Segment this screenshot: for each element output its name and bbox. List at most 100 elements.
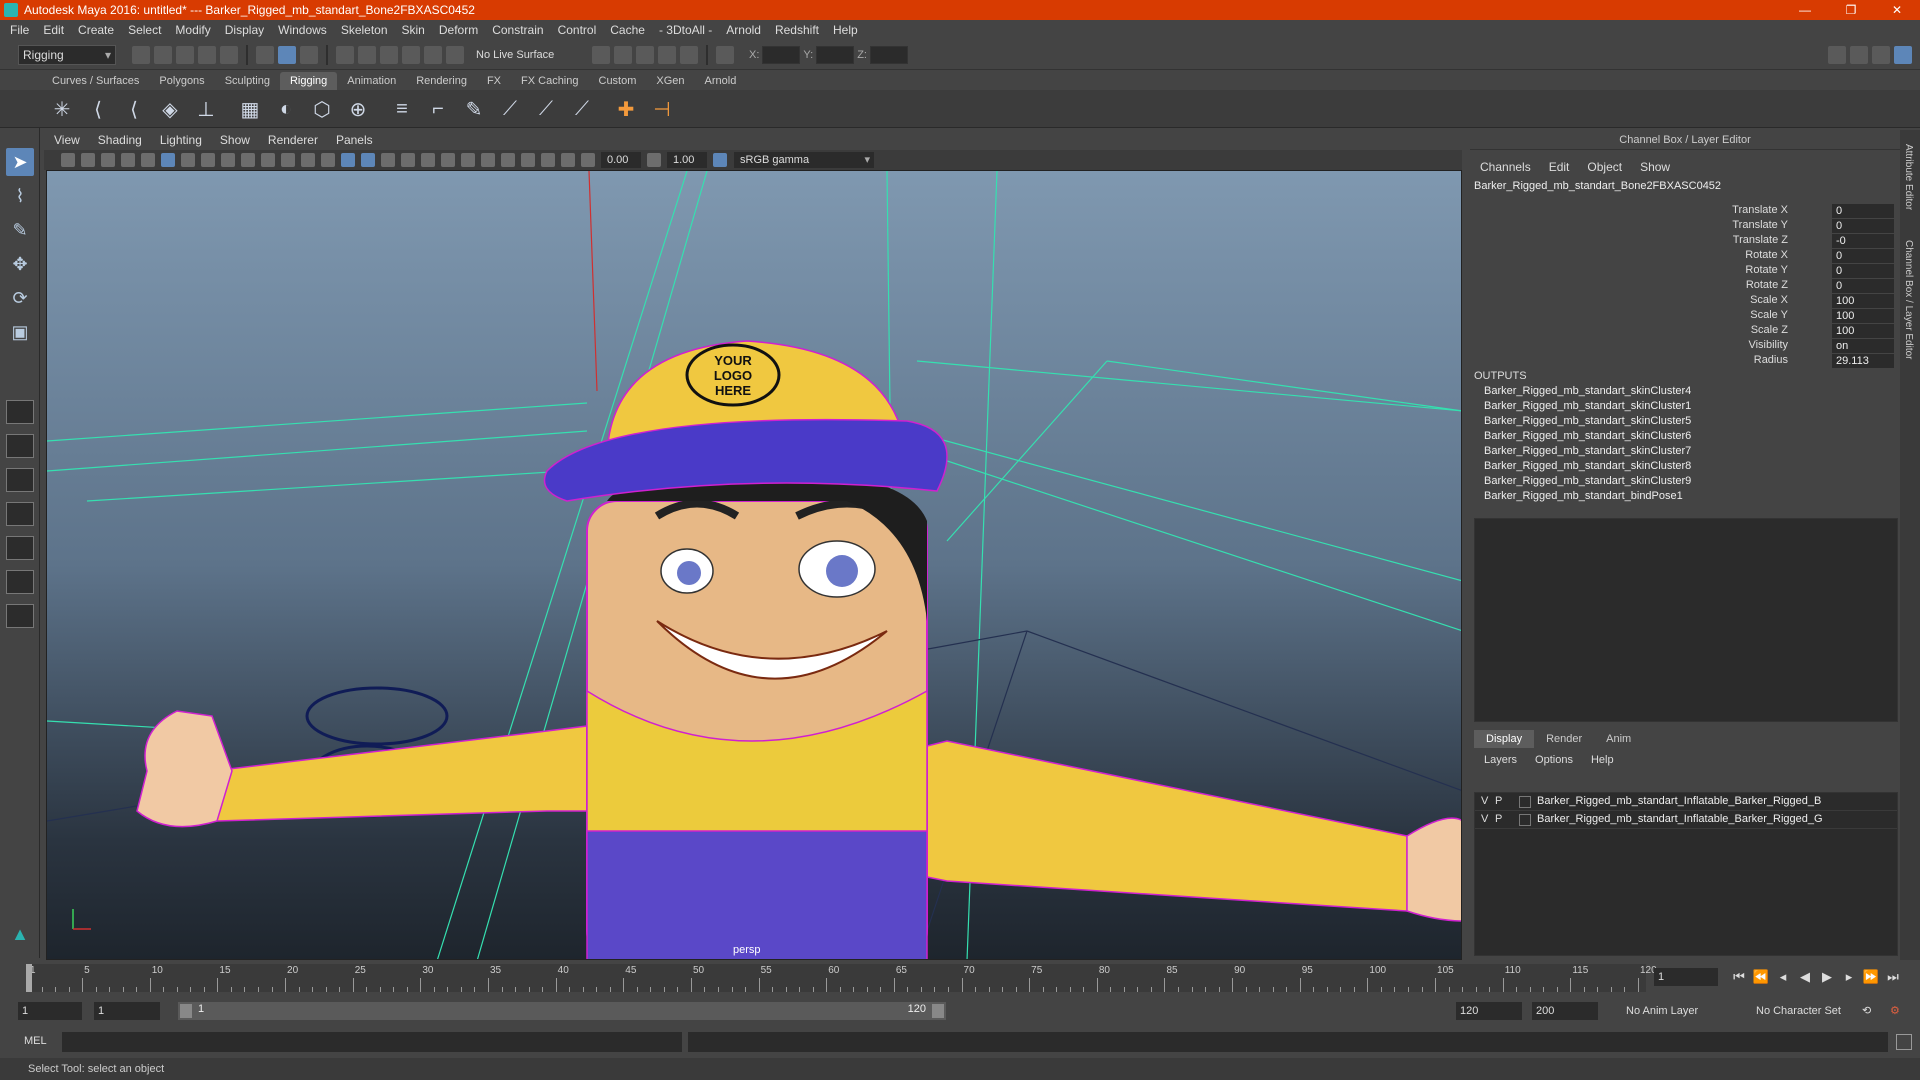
snap-grid-icon[interactable] <box>336 45 354 64</box>
shadows-icon[interactable] <box>401 153 415 167</box>
output-node[interactable]: Barker_Rigged_mb_standart_skinCluster6 <box>1474 429 1691 444</box>
render-view-icon[interactable] <box>614 45 632 64</box>
time-slider-track[interactable]: 1 5 10 15 20 25 30 35 40 45 50 55 60 65 70 75 80 85 90 95 10… <box>26 964 1657 992</box>
lattice-icon[interactable]: ▦ <box>236 95 264 123</box>
go-to-end-icon[interactable]: ⏭ <box>1882 968 1904 986</box>
depth-of-field-icon[interactable] <box>481 153 495 167</box>
xray-components-icon[interactable] <box>561 153 575 167</box>
preferences-icon[interactable]: ⚙ <box>1890 1002 1900 1020</box>
channel-row[interactable]: Scale Z 100 <box>1470 324 1900 339</box>
output-node[interactable]: Barker_Rigged_mb_standart_bindPose1 <box>1474 489 1691 504</box>
select-hierarchy-icon[interactable] <box>256 45 274 64</box>
gamma-field[interactable]: 1.00 <box>667 152 707 168</box>
layer-playback-toggle[interactable]: P <box>1495 795 1502 807</box>
range-slider[interactable]: 1 120 <box>178 1002 946 1020</box>
channel-row[interactable]: Rotate Z 0 <box>1470 279 1900 294</box>
output-node[interactable]: Barker_Rigged_mb_standart_skinCluster8 <box>1474 459 1691 474</box>
transform-mode-icon[interactable] <box>716 45 734 64</box>
layer-color-swatch[interactable] <box>1519 814 1531 826</box>
image-plane-icon[interactable] <box>101 153 115 167</box>
smooth-shade-icon[interactable] <box>301 153 315 167</box>
script-editor-icon[interactable] <box>1896 1034 1912 1050</box>
shelf-tab-arnold[interactable]: Arnold <box>695 72 747 90</box>
channel-value[interactable]: 0 <box>1832 264 1894 278</box>
shelf-tab-animation[interactable]: Animation <box>337 72 406 90</box>
grid-icon[interactable] <box>161 153 175 167</box>
uv-layout-icon[interactable] <box>6 604 34 628</box>
menu-display[interactable]: Display <box>225 23 264 37</box>
ipr-render-icon[interactable] <box>658 45 676 64</box>
make-live-icon[interactable] <box>446 45 464 64</box>
gate-mask-icon[interactable] <box>221 153 235 167</box>
use-lights-icon[interactable] <box>381 153 395 167</box>
film-gate-icon[interactable] <box>181 153 195 167</box>
select-object-icon[interactable] <box>278 45 296 64</box>
lock-camera-icon[interactable] <box>121 153 135 167</box>
menu-3dtoall[interactable]: - 3DtoAll - <box>659 23 712 37</box>
wireframe-icon[interactable] <box>281 153 295 167</box>
paint-select-icon[interactable]: ✎ <box>6 216 34 244</box>
channel-menu-channels[interactable]: Channels <box>1480 160 1531 174</box>
xray-joints-icon[interactable] <box>541 153 555 167</box>
menu-set-dropdown[interactable]: Rigging ▾ <box>18 44 116 65</box>
locator-icon[interactable]: ◈ <box>156 95 184 123</box>
new-scene-icon[interactable] <box>132 45 150 64</box>
channel-row[interactable]: Translate Z -0 <box>1470 234 1900 249</box>
panel-menu-view[interactable]: View <box>54 133 80 147</box>
y-field[interactable] <box>816 45 855 64</box>
single-pane-layout-icon[interactable] <box>6 400 34 424</box>
snap-point-icon[interactable] <box>380 45 398 64</box>
select-tool-icon[interactable]: ➤ <box>6 148 34 176</box>
channel-menu-edit[interactable]: Edit <box>1549 160 1570 174</box>
close-button[interactable]: ✕ <box>1874 0 1920 20</box>
menu-skeleton[interactable]: Skeleton <box>341 23 388 37</box>
menu-cache[interactable]: Cache <box>610 23 645 37</box>
shelf-tab-curves-surfaces[interactable]: Curves / Surfaces <box>42 72 149 90</box>
minimize-button[interactable]: — <box>1782 0 1828 20</box>
selected-object-name[interactable]: Barker_Rigged_mb_standart_Bone2FBXASC045… <box>1470 174 1900 192</box>
channel-value[interactable]: 29.113 <box>1832 354 1894 368</box>
copy-weights-icon[interactable]: ⟋ <box>532 95 560 123</box>
field-chart-icon[interactable] <box>241 153 255 167</box>
channel-value[interactable]: -0 <box>1832 234 1894 248</box>
step-back-key-icon[interactable]: ⏪ <box>1750 968 1772 986</box>
menu-skin[interactable]: Skin <box>402 23 425 37</box>
camera-attributes-icon[interactable] <box>61 153 75 167</box>
render-frame-icon[interactable] <box>636 45 654 64</box>
output-node[interactable]: Barker_Rigged_mb_standart_skinCluster7 <box>1474 444 1691 459</box>
redo-icon[interactable] <box>220 45 238 64</box>
safe-action-icon[interactable] <box>261 153 275 167</box>
channel-value[interactable]: 100 <box>1832 294 1894 308</box>
channel-value[interactable]: 0 <box>1832 204 1894 218</box>
screen-space-ao-icon[interactable] <box>421 153 435 167</box>
layer-tab-render[interactable]: Render <box>1534 730 1594 748</box>
range-end-handle[interactable] <box>932 1004 944 1018</box>
x-field[interactable] <box>762 45 801 64</box>
channel-value[interactable]: 0 <box>1832 219 1894 233</box>
sculpt-deformer-icon[interactable]: ⬡ <box>308 95 336 123</box>
anti-aliasing-icon[interactable] <box>461 153 475 167</box>
shelf-tab-fx-caching[interactable]: FX Caching <box>511 72 588 90</box>
paint-weights-icon[interactable]: ✎ <box>460 95 488 123</box>
shelf-tab-xgen[interactable]: XGen <box>646 72 694 90</box>
script-language-toggle[interactable]: MEL <box>24 1035 47 1047</box>
hypershade-layout-icon[interactable] <box>6 570 34 594</box>
persp-outliner-layout-icon[interactable] <box>6 502 34 526</box>
command-input[interactable] <box>62 1032 682 1052</box>
layer-menu-layers[interactable]: Layers <box>1484 754 1517 766</box>
attribute-editor-tab[interactable]: Attribute Editor <box>1903 144 1914 210</box>
layer-color-swatch[interactable] <box>1519 796 1531 808</box>
channel-box-toggle-icon[interactable] <box>1894 45 1912 64</box>
shelf-tab-polygons[interactable]: Polygons <box>149 72 214 90</box>
layer-row[interactable]: V P Barker_Rigged_mb_standart_Inflatable… <box>1475 793 1897 811</box>
xray-icon[interactable] <box>521 153 535 167</box>
panel-menu-show[interactable]: Show <box>220 133 250 147</box>
two-pane-layout-icon[interactable] <box>6 468 34 492</box>
cluster-icon[interactable]: ⊥ <box>192 95 220 123</box>
channel-menu-object[interactable]: Object <box>1587 160 1622 174</box>
menu-redshift[interactable]: Redshift <box>775 23 819 37</box>
wrap-icon[interactable]: ◐ <box>272 95 300 123</box>
shelf-tab-rendering[interactable]: Rendering <box>406 72 477 90</box>
hypershade-icon[interactable] <box>680 45 698 64</box>
channel-menu-show[interactable]: Show <box>1640 160 1670 174</box>
